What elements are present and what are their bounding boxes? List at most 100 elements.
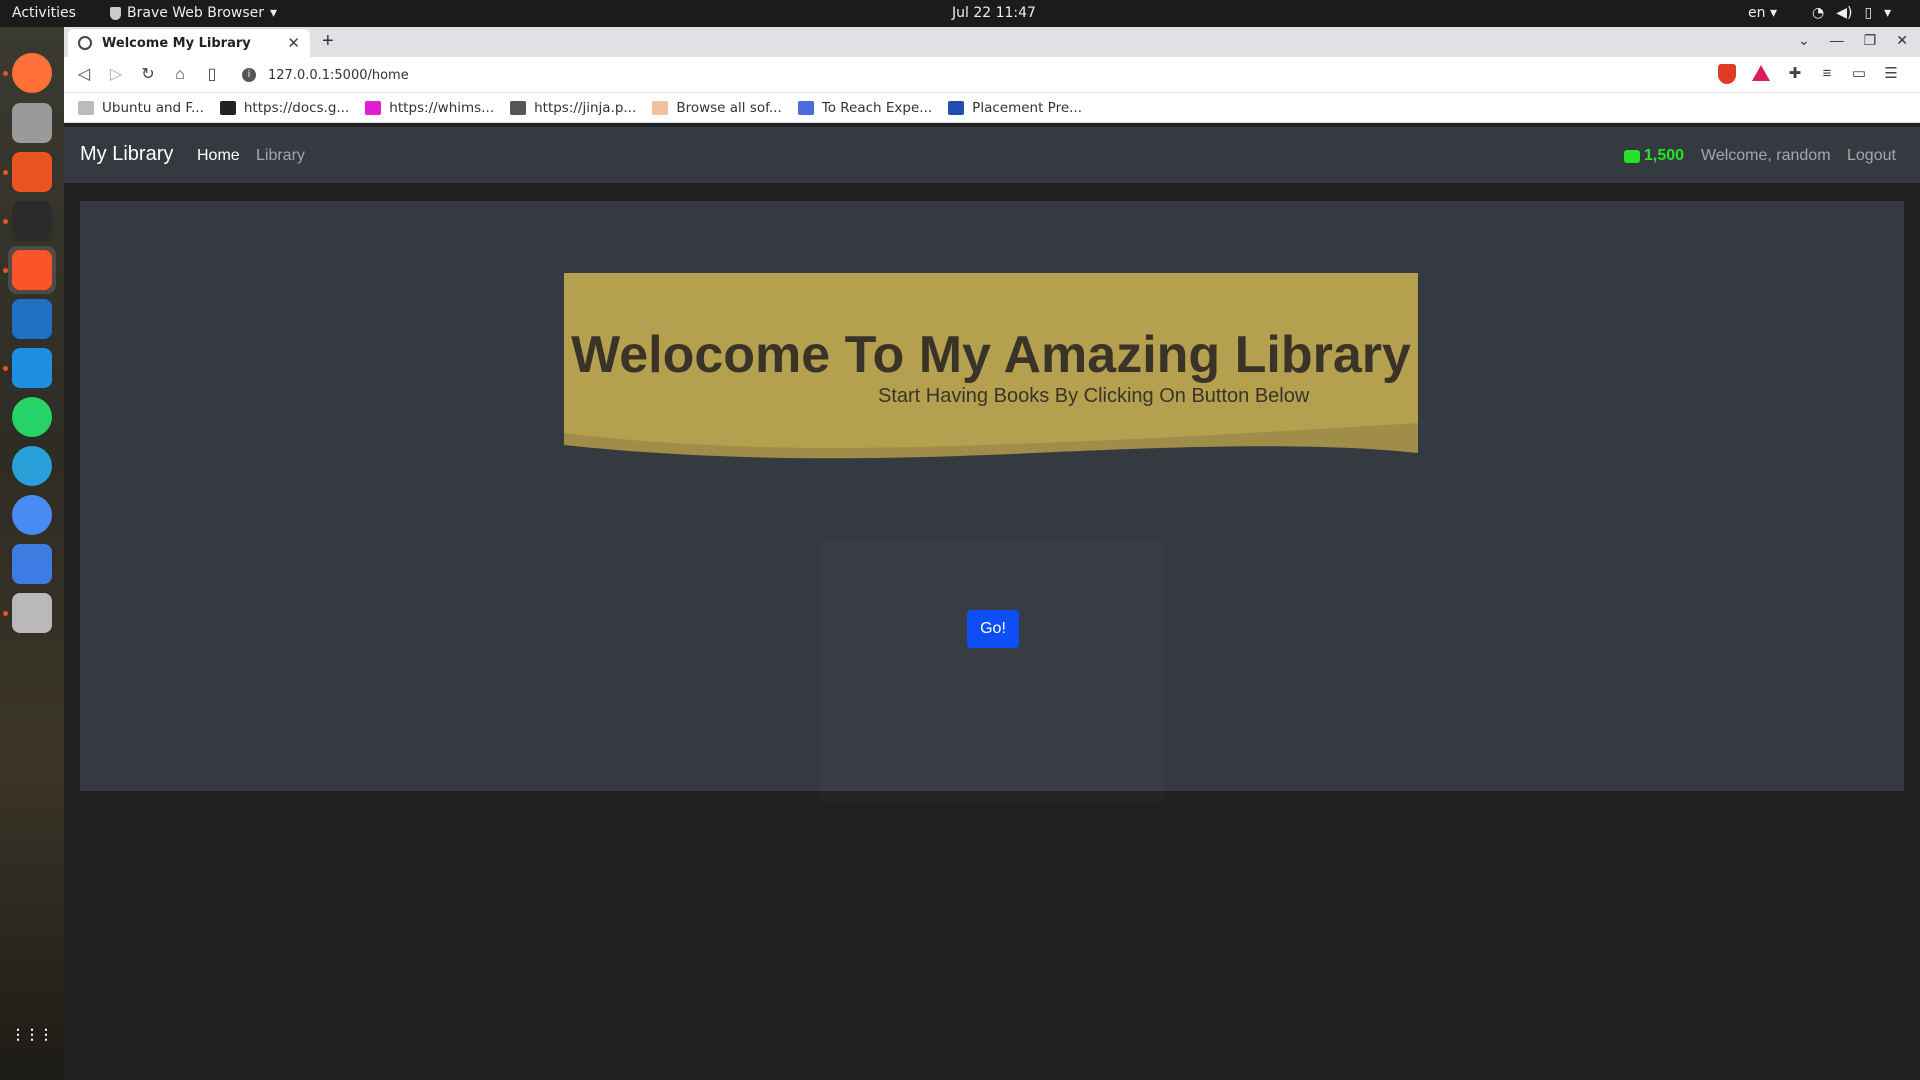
dock-item[interactable] [8, 442, 56, 490]
chevron-down-icon: ▾ [1884, 5, 1892, 21]
logout-link[interactable]: Logout [1847, 147, 1896, 165]
close-icon[interactable]: ✕ [1896, 32, 1908, 49]
wave-shape [564, 423, 1418, 473]
activities-button[interactable]: Activities [12, 5, 76, 21]
dock-item[interactable] [8, 49, 56, 97]
back-icon[interactable]: ◁ [74, 65, 94, 85]
nav-link-library[interactable]: Library [256, 147, 305, 165]
dock-item[interactable]: ⋮⋮⋮ [8, 1010, 56, 1058]
address-bar[interactable]: i 127.0.0.1:5000/home [238, 61, 1708, 89]
site-navbar: My Library Home Library 1,500 Welcome, r… [64, 127, 1920, 183]
info-icon[interactable]: i [242, 68, 256, 82]
text-editor-icon [12, 544, 52, 584]
tab-active[interactable]: Welcome My Library ✕ [68, 29, 310, 57]
reload-icon[interactable]: ↻ [138, 65, 158, 85]
running-indicator [3, 366, 8, 371]
bookmark-item[interactable]: Browse all sof... [652, 99, 782, 116]
brave-rewards-icon[interactable] [1752, 65, 1770, 81]
clock[interactable]: Jul 22 11:47 [952, 5, 1036, 21]
dock-item[interactable] [8, 344, 56, 392]
dock-item[interactable] [8, 99, 56, 147]
bookmark-label: Placement Pre... [972, 99, 1082, 116]
bookmark-item[interactable]: https://docs.g... [219, 99, 350, 116]
dock-item[interactable] [8, 589, 56, 637]
navbar-brand[interactable]: My Library [80, 143, 173, 166]
bookmarks-bar: Ubuntu and F... https://docs.g... https://… [64, 93, 1920, 123]
minimize-icon[interactable]: — [1830, 32, 1844, 49]
close-icon[interactable]: ✕ [287, 34, 300, 52]
forward-icon[interactable]: ▷ [106, 65, 126, 85]
bookmark-label: To Reach Expe... [821, 99, 933, 116]
language-label: en [1748, 5, 1766, 21]
app-menu-label: Brave Web Browser [127, 5, 264, 21]
home-icon[interactable]: ⌂ [170, 65, 190, 85]
coins-icon [1624, 149, 1640, 163]
chevron-down-icon[interactable]: ⌄ [1798, 32, 1810, 49]
firefox-icon [12, 53, 52, 93]
dock: ⋮⋮⋮ [0, 27, 64, 1080]
tab-title: Welcome My Library [102, 35, 251, 51]
welcome-text[interactable]: Welcome, random [1701, 147, 1831, 165]
database-icon [12, 593, 52, 633]
whatsapp-icon [12, 397, 52, 437]
favicon-icon [797, 100, 814, 115]
chromium-icon [12, 495, 52, 535]
bookmark-label: Browse all sof... [676, 99, 782, 116]
running-indicator [3, 219, 8, 224]
system-tray[interactable]: ◔ ◀) ▯ ▾ [1812, 5, 1891, 21]
hero-title: Welocome To My Amazing Library [571, 326, 1411, 384]
bookmark-item[interactable]: https://jinja.p... [510, 100, 636, 116]
bookmark-label: Ubuntu and F... [102, 99, 204, 116]
show-apps-icon: ⋮⋮⋮ [11, 1025, 53, 1042]
extensions-icon[interactable]: ✚ [1786, 65, 1804, 83]
writer-icon [12, 299, 52, 339]
bookmark-item[interactable]: Placement Pre... [948, 100, 1082, 116]
nav-link-home[interactable]: Home [197, 147, 240, 165]
budget-display: 1,500 [1624, 147, 1684, 165]
dock-item[interactable] [8, 197, 56, 245]
system-top-bar: Activities Brave Web Browser ▾ Jul 22 11… [0, 0, 1920, 27]
battery-icon: ▯ [1864, 5, 1873, 21]
hero-subtitle: Start Having Books By Clicking On Button… [878, 385, 1310, 407]
dock-item[interactable] [8, 246, 56, 294]
favicon-icon [652, 100, 669, 115]
web-page: My Library Home Library 1,500 Welcome, r… [64, 127, 1920, 1080]
running-indicator [3, 71, 8, 76]
dock-item[interactable] [8, 295, 56, 343]
running-indicator [3, 268, 8, 273]
bookmark-label: https://jinja.p... [534, 99, 637, 116]
favicon-icon [948, 100, 965, 115]
restore-icon[interactable]: ❐ [1864, 32, 1877, 49]
app-menu[interactable]: Brave Web Browser ▾ [110, 5, 277, 21]
bookmark-icon[interactable]: ▯ [202, 65, 222, 85]
tab-strip: Welcome My Library ✕ + ⌄ — ❐ ✕ [64, 27, 1920, 57]
wallet-icon[interactable]: ▭ [1850, 65, 1868, 83]
telegram-icon [12, 446, 52, 486]
dock-item[interactable] [8, 393, 56, 441]
hero-banner: Welocome To My Amazing Library Start Hav… [564, 273, 1418, 473]
brave-icon [12, 250, 52, 290]
favicon-icon [365, 100, 382, 115]
bookmark-item[interactable]: https://whims... [365, 100, 494, 116]
files-icon [12, 103, 52, 143]
new-tab-button[interactable]: + [322, 30, 334, 53]
language-indicator[interactable]: en ▾ [1748, 5, 1777, 21]
chevron-down-icon: ▾ [270, 5, 278, 21]
dock-item[interactable] [8, 148, 56, 196]
brave-shields-icon[interactable] [1718, 64, 1736, 84]
bookmark-label: https://docs.g... [243, 99, 350, 116]
globe-icon [78, 36, 92, 50]
favicon-icon [219, 100, 236, 115]
browser-toolbar: ◁ ▷ ↻ ⌂ ▯ i 127.0.0.1:5000/home ✚ ≡ ▭ ☰ [64, 57, 1920, 93]
dock-item[interactable] [8, 491, 56, 539]
window-controls: ⌄ — ❐ ✕ [1798, 32, 1908, 49]
menu-icon[interactable]: ☰ [1882, 65, 1900, 83]
dock-item[interactable] [8, 540, 56, 588]
go-button[interactable]: Go! [967, 610, 1019, 648]
playlist-icon[interactable]: ≡ [1818, 65, 1836, 83]
bookmark-item[interactable]: To Reach Expe... [797, 99, 933, 116]
brave-small-icon [110, 6, 121, 20]
bookmark-item[interactable]: Ubuntu and F... [78, 100, 204, 116]
url-text: 127.0.0.1:5000/home [268, 67, 409, 83]
folder-icon [78, 100, 94, 115]
